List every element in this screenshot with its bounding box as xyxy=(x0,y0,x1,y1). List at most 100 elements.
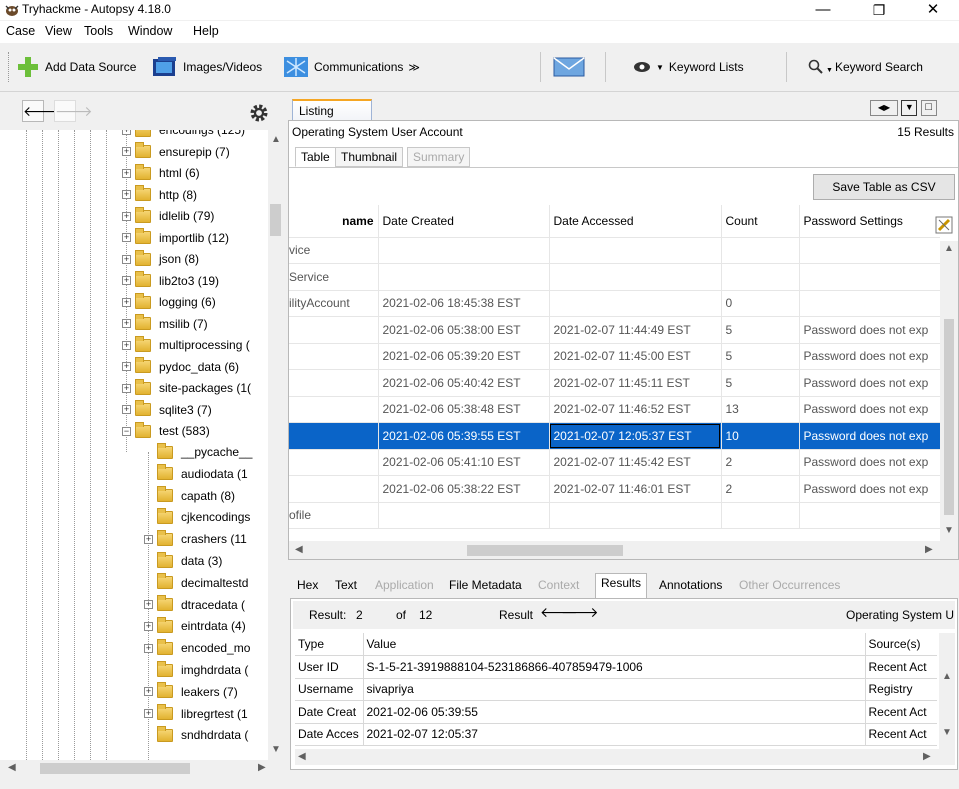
tree-item[interactable]: + encoded_mo xyxy=(144,637,250,659)
tree-item[interactable]: + libregrtest (1 xyxy=(144,703,248,725)
tree-item[interactable]: + encodings (125) xyxy=(122,130,245,141)
tree-item[interactable]: + leakers (7) xyxy=(144,681,238,703)
tab-summary[interactable]: Summary xyxy=(407,147,471,167)
menu-tools[interactable]: Tools xyxy=(84,24,113,38)
expand-icon[interactable]: + xyxy=(122,233,131,242)
scroll-left-icon[interactable]: ◀ xyxy=(295,544,303,555)
tree-item[interactable]: + multiprocessing ( xyxy=(122,334,250,356)
scroll-right-icon[interactable]: ▶ xyxy=(923,751,931,762)
table-row[interactable]: 2021-02-06 05:38:22 EST 2021-02-07 11:46:… xyxy=(289,475,940,503)
expand-icon[interactable]: + xyxy=(122,168,131,178)
table-row[interactable]: 2021-02-06 05:39:20 EST 2021-02-07 11:45:… xyxy=(289,343,940,370)
tab-scroll-icon[interactable]: ◀▶ xyxy=(870,100,898,116)
scroll-thumb[interactable] xyxy=(944,319,954,515)
tree-item[interactable]: + lib2to3 (19) xyxy=(122,270,219,292)
tab-listing[interactable]: Listing xyxy=(292,99,372,121)
restore-button[interactable]: ❐ xyxy=(856,0,902,20)
tree-item[interactable]: + site-packages (1( xyxy=(122,377,251,399)
menu-case[interactable]: Case xyxy=(6,24,35,38)
email-button[interactable] xyxy=(553,54,585,80)
metadata-row[interactable]: User ID S-1-5-21-3919888104-523186866-407… xyxy=(295,655,937,679)
table-row[interactable]: ofile xyxy=(289,502,940,529)
table-row[interactable]: vice xyxy=(289,237,940,264)
tree-item[interactable]: + idlelib (79) xyxy=(122,205,214,227)
expand-icon[interactable]: + xyxy=(122,276,131,285)
menu-window[interactable]: Window xyxy=(128,24,172,38)
tab-other-occurrences[interactable]: Other Occurrences xyxy=(734,576,845,596)
scroll-down-icon[interactable]: ▼ xyxy=(944,525,954,536)
collapse-icon[interactable]: − xyxy=(122,426,131,436)
table-horizontal-scrollbar[interactable]: ◀ ▶ xyxy=(289,541,958,559)
scroll-left-icon[interactable]: ◀ xyxy=(298,751,306,762)
minimize-button[interactable]: — xyxy=(800,0,846,20)
expand-icon[interactable]: + xyxy=(122,319,131,328)
expand-icon[interactable]: + xyxy=(122,383,131,393)
scroll-up-icon[interactable]: ▲ xyxy=(944,243,954,254)
expand-icon[interactable]: + xyxy=(122,254,131,264)
expand-icon[interactable]: + xyxy=(122,147,131,156)
expand-icon[interactable]: + xyxy=(122,297,131,307)
images-videos-button[interactable]: Images/Videos xyxy=(152,54,262,80)
metadata-row[interactable]: Date Creat 2021-02-06 05:39:55 Recent Act xyxy=(295,700,937,724)
expand-icon[interactable]: + xyxy=(144,709,153,719)
table-row[interactable]: 2021-02-06 05:38:00 EST 2021-02-07 11:44:… xyxy=(289,316,940,344)
expand-icon[interactable]: + xyxy=(122,211,131,221)
scroll-left-icon[interactable]: ◀ xyxy=(8,762,16,773)
table-vertical-scrollbar[interactable]: ▲ ▼ xyxy=(940,241,958,541)
tab-dropdown-icon[interactable]: ▼ xyxy=(901,100,918,116)
scroll-down-icon[interactable]: ▼ xyxy=(942,727,952,738)
table-row[interactable]: 2021-02-06 05:40:42 EST 2021-02-07 11:45:… xyxy=(289,369,940,397)
tab-hex[interactable]: Hex xyxy=(292,576,323,596)
table-row[interactable]: 2021-02-06 05:41:10 EST 2021-02-07 11:45:… xyxy=(289,449,940,476)
close-button[interactable]: ✕ xyxy=(910,0,956,20)
tree-item[interactable]: − test (583) xyxy=(122,420,210,442)
tab-thumbnail[interactable]: Thumbnail xyxy=(335,147,404,167)
expand-icon[interactable]: + xyxy=(144,687,153,697)
tree-item[interactable]: + pydoc_data (6) xyxy=(122,356,239,378)
tab-context[interactable]: Context xyxy=(533,576,584,596)
table-row[interactable]: 2021-02-06 05:38:48 EST 2021-02-07 11:46:… xyxy=(289,396,940,423)
column-chooser-icon[interactable] xyxy=(935,216,957,236)
next-result-arrow-icon[interactable]: 🡒 xyxy=(561,604,599,621)
keyword-search-button[interactable]: ▼ Keyword Search xyxy=(808,54,923,80)
expand-icon[interactable]: + xyxy=(122,190,131,199)
scroll-thumb[interactable] xyxy=(40,763,190,774)
metadata-row[interactable]: Date Acces 2021-02-07 12:05:37 Recent Act xyxy=(295,723,937,746)
metadata-vertical-scrollbar[interactable]: ▲ ▼ xyxy=(939,633,955,751)
tab-application[interactable]: Application xyxy=(370,576,439,596)
expand-icon[interactable]: + xyxy=(122,405,131,414)
tab-results[interactable]: Results xyxy=(595,573,648,598)
table-row[interactable]: 2021-02-06 05:39:55 EST 2021-02-07 12:05:… xyxy=(289,422,940,450)
expand-icon[interactable]: + xyxy=(144,643,153,653)
menu-help[interactable]: Help xyxy=(193,24,219,38)
tab-table[interactable]: Table xyxy=(295,147,336,167)
more-chevron-icon[interactable]: ≫ xyxy=(408,61,420,74)
table-row[interactable]: Service xyxy=(289,263,940,291)
tree-item[interactable]: +data (3) xyxy=(144,550,222,572)
tab-file-metadata[interactable]: File Metadata xyxy=(444,576,527,596)
column-header[interactable]: Password Settings xyxy=(799,205,940,238)
metadata-column-header[interactable]: Value xyxy=(363,633,866,656)
metadata-column-header[interactable]: Type xyxy=(295,633,364,656)
tree-item[interactable]: +imghdrdata ( xyxy=(144,659,248,681)
expand-icon[interactable]: + xyxy=(122,130,131,135)
tree-vertical-scrollbar[interactable]: ▲ ▼ xyxy=(268,130,283,760)
column-header[interactable]: Count xyxy=(721,205,800,238)
tab-annotations[interactable]: Annotations xyxy=(654,576,727,596)
maximize-icon[interactable]: □ xyxy=(920,100,937,116)
tree-horizontal-scrollbar[interactable]: ◀ ▶ xyxy=(0,760,283,777)
expand-icon[interactable]: + xyxy=(144,621,153,631)
tree-item[interactable]: +audiodata (1 xyxy=(144,463,248,485)
metadata-row[interactable]: Username sivapriya Registry xyxy=(295,678,937,701)
scroll-up-icon[interactable]: ▲ xyxy=(271,134,281,145)
menu-view[interactable]: View xyxy=(45,24,72,38)
scroll-thumb[interactable] xyxy=(467,545,623,556)
tree-item[interactable]: +decimaltestd xyxy=(144,572,248,594)
column-header[interactable]: Date Created xyxy=(378,205,550,238)
scroll-right-icon[interactable]: ▶ xyxy=(925,544,933,555)
tree-item[interactable]: + json (8) xyxy=(122,248,199,270)
column-header[interactable]: name xyxy=(289,205,379,238)
tab-text[interactable]: Text xyxy=(330,576,362,596)
keyword-lists-button[interactable]: ▼ Keyword Lists xyxy=(633,54,744,80)
gear-icon[interactable] xyxy=(249,103,269,123)
